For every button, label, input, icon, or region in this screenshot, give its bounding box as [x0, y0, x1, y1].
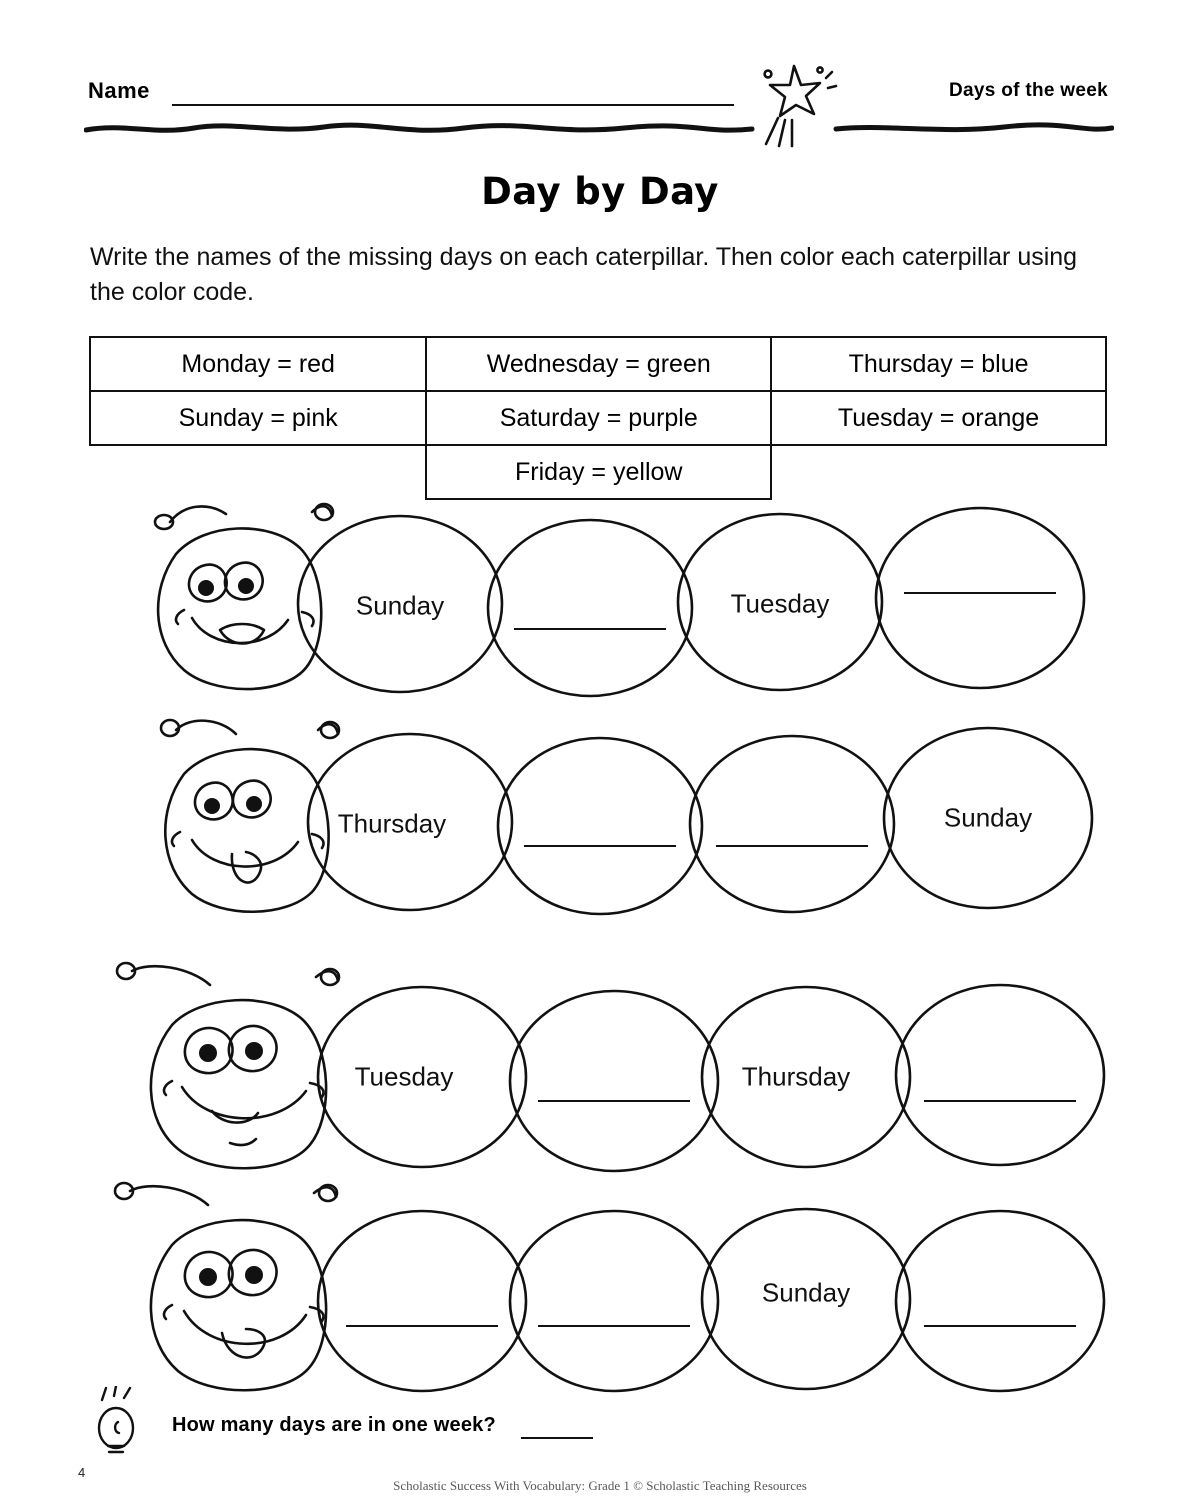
- segment-label: Thursday: [337, 808, 447, 839]
- segment-write-line[interactable]: [538, 1100, 690, 1102]
- segment-label: Thursday: [741, 1061, 851, 1092]
- color-code-cell: Saturday = purple: [425, 390, 773, 446]
- segment-write-line[interactable]: [716, 845, 868, 847]
- color-code-cell: Monday = red: [88, 336, 428, 392]
- table-row: Sunday = pink Saturday = purple Tuesday …: [88, 390, 1107, 446]
- segment-label: Sunday: [761, 1277, 851, 1308]
- header-divider: [83, 116, 1115, 144]
- page-title: Day by Day: [481, 170, 719, 213]
- segment-write-line[interactable]: [514, 628, 666, 630]
- segment-label: Tuesday: [354, 1061, 454, 1092]
- segment-write-line[interactable]: [904, 592, 1056, 594]
- lightbulb-icon: [92, 1384, 156, 1464]
- caterpillar-3: Tuesday Thursday: [80, 955, 1120, 1187]
- caterpillar-1: Sunday Tuesday: [80, 480, 1120, 712]
- name-label: Name: [88, 78, 150, 103]
- color-code-cell: Thursday = blue: [770, 336, 1107, 392]
- segment-write-line[interactable]: [346, 1325, 498, 1327]
- topic-label: Days of the week: [949, 80, 1108, 101]
- segment-write-line[interactable]: [524, 845, 676, 847]
- segment-write-line[interactable]: [924, 1100, 1076, 1102]
- footer-answer-line[interactable]: [521, 1437, 593, 1439]
- caterpillar-4: Sunday: [80, 1175, 1120, 1407]
- color-code-cell: Tuesday = orange: [770, 390, 1107, 446]
- segment-label: Sunday: [943, 802, 1033, 833]
- credit-line: Scholastic Success With Vocabulary: Grad…: [393, 1478, 807, 1493]
- segment-label: Sunday: [355, 590, 445, 621]
- footer-question: How many days are in one week?: [172, 1414, 496, 1436]
- worksheet-page: Name Days of the week Day by Day Write t…: [0, 0, 1200, 1503]
- instructions-text: Write the names of the missing days on e…: [90, 243, 1078, 306]
- color-code-cell: Sunday = pink: [88, 390, 428, 446]
- segment-write-line[interactable]: [538, 1325, 690, 1327]
- table-row: Monday = red Wednesday = green Thursday …: [88, 336, 1107, 392]
- caterpillar-2: Thursday Sunday: [80, 700, 1120, 932]
- name-write-line[interactable]: [172, 104, 734, 106]
- color-code-cell: Wednesday = green: [425, 336, 773, 392]
- segment-write-line[interactable]: [924, 1325, 1076, 1327]
- segment-label: Tuesday: [730, 588, 830, 619]
- color-code-table: Monday = red Wednesday = green Thursday …: [88, 336, 1107, 500]
